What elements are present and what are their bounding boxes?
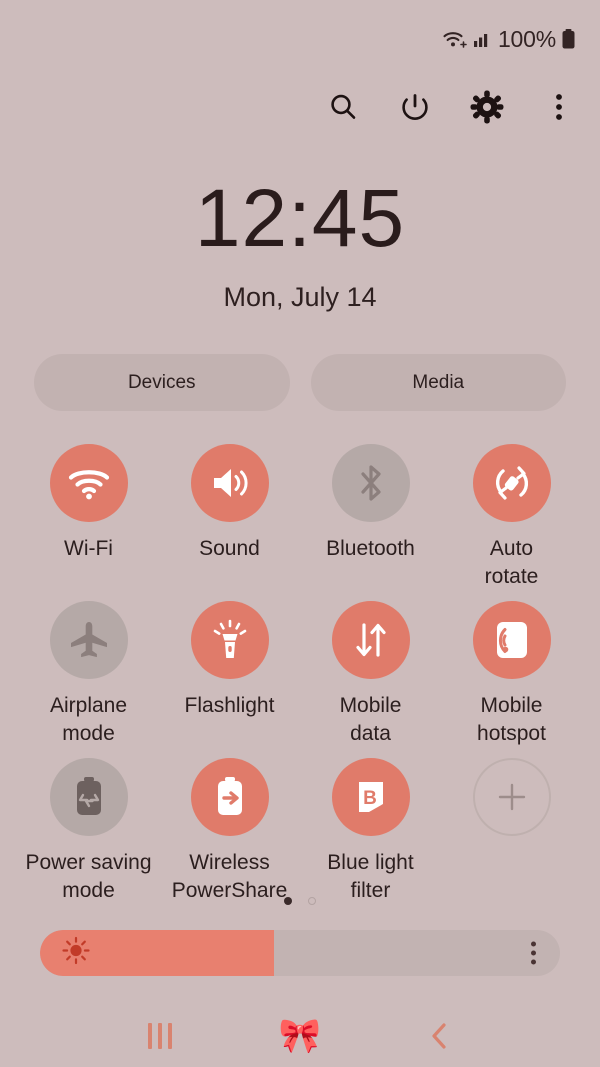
svg-text:B: B [363, 788, 377, 809]
clock-area[interactable]: 12:45 Mon, July 14 [0, 178, 600, 313]
power-icon[interactable] [394, 86, 436, 128]
powershare-icon [190, 757, 269, 836]
tile-label: Mobile data [339, 693, 402, 745]
cellular-signal-icon [473, 29, 493, 49]
tile-label: Airplane mode [49, 693, 128, 745]
gear-icon[interactable] [466, 86, 508, 128]
blue-light-icon: B [331, 757, 410, 836]
quick-settings-grid: Wi-Fi Sound Bluetooth Auto rotate Airpla… [18, 440, 582, 905]
airplane-icon [49, 600, 128, 679]
flashlight-icon [190, 600, 269, 679]
shortcut-pills: Devices Media [34, 354, 566, 411]
tile-blue-light-filter[interactable]: B Blue light filter [300, 754, 441, 905]
page-indicator [0, 897, 600, 905]
home-button[interactable]: 🎀 [270, 1014, 330, 1058]
tile-label: Mobile hotspot [477, 693, 546, 745]
clock-time: 12:45 [194, 173, 406, 264]
add-icon [472, 757, 551, 836]
wifi-icon [442, 28, 468, 50]
media-button[interactable]: Media [310, 354, 566, 411]
tile-label: Flashlight [184, 693, 275, 717]
overflow-menu-icon[interactable] [538, 86, 580, 128]
tile-add-button[interactable] [441, 754, 582, 905]
search-icon[interactable] [322, 86, 364, 128]
tile-auto-rotate[interactable]: Auto rotate [441, 440, 582, 591]
tile-mobile-data[interactable]: Mobile data [300, 597, 441, 748]
page-dot-inactive[interactable] [308, 897, 316, 905]
tile-wifi[interactable]: Wi-Fi [18, 440, 159, 591]
page-dot-active[interactable] [284, 897, 292, 905]
action-row [322, 86, 580, 128]
status-bar: 100% [0, 0, 600, 78]
tile-airplane-mode[interactable]: Airplane mode [18, 597, 159, 748]
mobile-data-icon [331, 600, 410, 679]
tile-mobile-hotspot[interactable]: Mobile hotspot [441, 597, 582, 748]
brightness-sun-icon [62, 936, 90, 970]
recents-button[interactable] [130, 1014, 190, 1058]
sound-icon [190, 444, 269, 522]
devices-button[interactable]: Devices [34, 354, 290, 411]
brightness-options-icon[interactable] [531, 941, 536, 965]
tile-label: Wi-Fi [64, 537, 113, 560]
auto-rotate-icon [472, 444, 551, 522]
tile-flashlight[interactable]: Flashlight [159, 597, 300, 748]
ribbon-icon: 🎀 [278, 1017, 322, 1055]
tile-label: Bluetooth [326, 537, 415, 560]
wifi-icon [49, 444, 128, 522]
back-button[interactable] [410, 1014, 470, 1058]
tile-power-saving-mode[interactable]: Power saving mode [18, 754, 159, 905]
tile-label: Auto rotate [484, 537, 539, 588]
tile-label: Sound [199, 537, 260, 560]
power-saving-icon [49, 757, 128, 836]
navigation-bar: 🎀 [0, 1005, 600, 1067]
hotspot-icon [472, 600, 551, 679]
tile-bluetooth[interactable]: Bluetooth [300, 440, 441, 591]
tile-sound[interactable]: Sound [159, 440, 300, 591]
battery-percentage: 100% [497, 25, 556, 52]
brightness-slider[interactable] [40, 930, 560, 976]
quick-settings-panel: 100% 12:45 Mon, July 14 Devices Media Wi… [0, 0, 600, 1067]
battery-full-icon [561, 28, 576, 50]
bluetooth-icon [331, 444, 410, 522]
clock-date: Mon, July 14 [223, 282, 377, 312]
tile-wireless-powershare[interactable]: Wireless PowerShare [159, 754, 300, 905]
